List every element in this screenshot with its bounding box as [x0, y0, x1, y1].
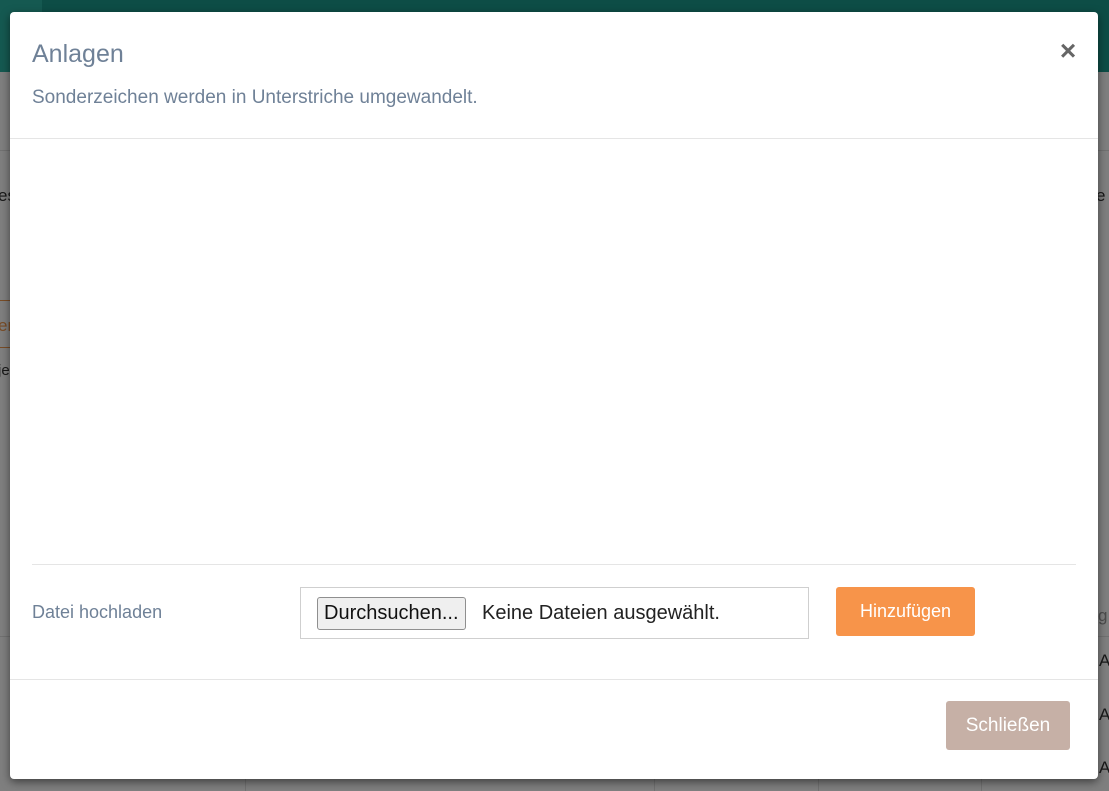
close-icon[interactable]: ×: [1056, 36, 1080, 66]
file-input[interactable]: Durchsuchen... Keine Dateien ausgewählt.: [300, 587, 809, 639]
modal-header: Anlagen Sonderzeichen werden in Unterstr…: [10, 12, 1098, 139]
attachments-modal: Anlagen Sonderzeichen werden in Unterstr…: [10, 12, 1098, 779]
footer-divider: [10, 679, 1098, 680]
browse-button[interactable]: Durchsuchen...: [317, 597, 466, 630]
modal-subtitle: Sonderzeichen werden in Unterstriche umg…: [32, 87, 478, 108]
close-button[interactable]: Schließen: [946, 701, 1070, 750]
body-divider: [32, 564, 1076, 565]
modal-title: Anlagen: [32, 40, 124, 68]
file-status-text: Keine Dateien ausgewählt.: [482, 602, 720, 624]
add-button[interactable]: Hinzufügen: [836, 587, 975, 636]
upload-label: Datei hochladen: [32, 602, 163, 622]
